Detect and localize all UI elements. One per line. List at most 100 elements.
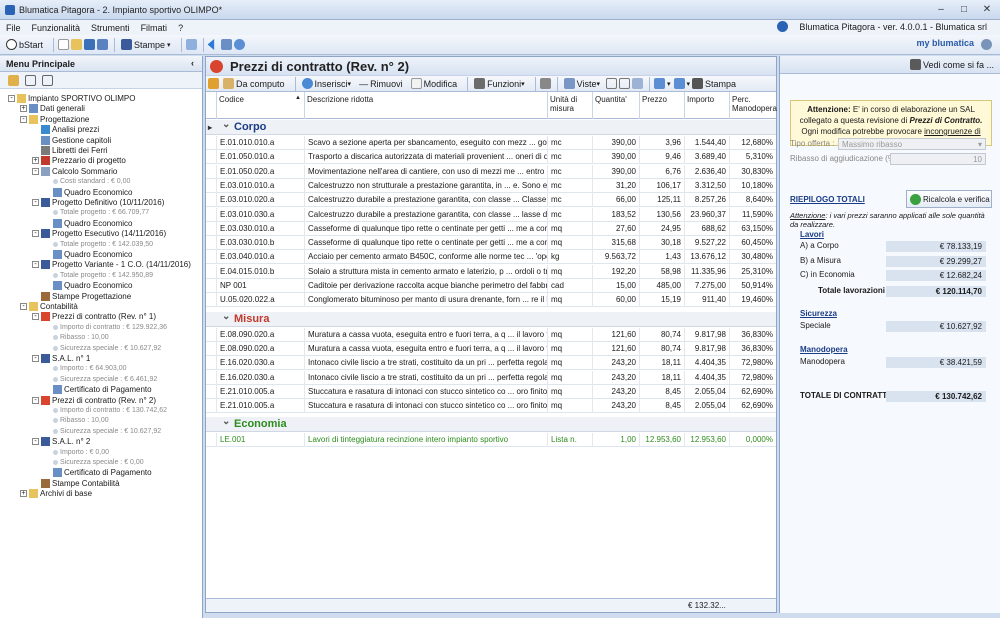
col-header-importo[interactable]: Importo [684, 92, 729, 119]
collapse-icon[interactable]: - [32, 199, 39, 206]
table-row[interactable]: E.01.010.010.a Scavo a sezione aperta per… [206, 136, 776, 150]
tree-node[interactable]: Ribasso : 10,00 [44, 415, 109, 426]
tree-node[interactable]: Gestione capitoli [32, 135, 111, 146]
tree-node[interactable]: - Prezzi di contratto (Rev. n° 2) [32, 395, 156, 406]
tree-node[interactable]: Sicurezza speciale : € 6.461,92 [44, 374, 157, 385]
tree-node[interactable]: Sicurezza speciale : € 10.627,92 [44, 426, 161, 437]
tree-node[interactable]: Certificato di Pagamento [44, 467, 152, 478]
col-header-manodopera[interactable]: Perc. Manodopera [729, 92, 777, 119]
tree-node[interactable]: Libretti dei Ferri [32, 145, 108, 156]
collapse-all-icon[interactable] [42, 74, 53, 86]
collapse-icon[interactable]: - [32, 261, 39, 269]
rimuovi-button[interactable]: — Rimuovi [357, 76, 405, 92]
tree-node[interactable]: - Progettazione [20, 114, 89, 125]
group-row[interactable]: ⌄ Misura [206, 309, 776, 327]
collapse-group-icon[interactable]: ⌄ [222, 117, 230, 132]
ricalcola-button[interactable]: Ricalcola e verifica [906, 190, 992, 208]
tree-node[interactable]: Stampe Contabilità [32, 478, 120, 489]
tree-node[interactable]: + Prezzario di progetto [32, 155, 126, 166]
layout-icon[interactable] [654, 78, 666, 89]
tree-node[interactable]: Ribasso : 10,00 [44, 332, 109, 343]
collapse-icon[interactable]: - [32, 167, 39, 175]
collapse-group-icon[interactable]: ⌄ [222, 414, 230, 429]
navigate-icon[interactable] [208, 78, 219, 89]
tree-node[interactable]: - Progetto Variante - 1 C.O. (14/11/2016) [32, 259, 191, 270]
maximize-button[interactable]: □ [953, 2, 975, 17]
expand-icon[interactable]: + [20, 105, 27, 113]
tree-node[interactable]: Analisi prezzi [32, 124, 99, 135]
expand-all-icon[interactable] [25, 74, 36, 86]
back-arrow-icon[interactable] [207, 39, 215, 50]
tree-node[interactable]: Importo di contratto : € 130.742,62 [44, 405, 167, 416]
refresh-icon[interactable] [233, 39, 245, 50]
table-row[interactable]: E.21.010.005.a Stuccatura e rasatura di i… [206, 384, 776, 399]
print-preview-icon[interactable] [539, 78, 551, 89]
tree-node[interactable]: Quadro Economico [44, 280, 132, 291]
tree-node[interactable]: Quadro Economico [44, 249, 132, 260]
collapse-icon[interactable]: - [32, 313, 39, 321]
table-row[interactable]: E.21.010.005.a Stuccatura e rasatura di i… [206, 399, 776, 414]
tree-node[interactable]: - Prezzi di contratto (Rev. n° 1) [32, 311, 156, 322]
search-icon[interactable] [632, 78, 644, 89]
minimize-button[interactable]: – [930, 2, 952, 17]
tree-node[interactable]: - Progetto Definitivo (10/11/2016) [32, 197, 164, 208]
window-icon[interactable] [185, 39, 197, 50]
save-icon[interactable] [84, 39, 96, 50]
collapse-icon[interactable]: - [20, 115, 27, 123]
collapse-group-icon[interactable]: ⌄ [222, 309, 230, 324]
table-row[interactable]: E.03.010.010.a Calcestruzzo non struttura… [206, 178, 776, 193]
tree-node[interactable]: Sicurezza speciale : € 10.627,92 [44, 343, 161, 354]
collapse-icon[interactable]: - [32, 438, 39, 446]
group-row[interactable]: ▸ ⌄ Corpo [206, 117, 776, 135]
collapse-icon[interactable]: - [8, 95, 15, 102]
stampa-button[interactable]: Stampa [690, 76, 738, 92]
tree-node[interactable]: - Calcolo Sommario [32, 166, 117, 177]
table-row[interactable]: E.03.030.010.b Casseforme di qualunque ti… [206, 236, 776, 251]
group-row[interactable]: ⌄ Economia [206, 414, 776, 433]
bstart-button[interactable]: bStart [4, 37, 45, 53]
menu-strumenti[interactable]: Strumenti [91, 23, 130, 33]
tree-node[interactable]: - S.A.L. n° 2 [32, 436, 90, 447]
tree-node[interactable]: Stampe Progettazione [32, 291, 131, 302]
table-row[interactable]: LE.001 Lavori di tinteggiatura recinzione… [206, 433, 776, 448]
col-header-prezzo[interactable]: Prezzo [639, 92, 684, 119]
tree-node[interactable]: + Archivi di base [20, 488, 92, 499]
collapse-pane-icon[interactable]: ‹ [191, 58, 194, 68]
tree-node[interactable]: - Contabilità [20, 301, 78, 312]
my-blumatica-logo[interactable]: my blumatica [916, 38, 974, 48]
col-header-quantita[interactable]: Quantita' [592, 92, 639, 119]
tree-node[interactable]: - S.A.L. n° 1 [32, 353, 90, 364]
save-all-icon[interactable] [97, 39, 109, 50]
home-icon[interactable] [220, 39, 232, 50]
tree-node[interactable]: Importo di contratto : € 129.922,36 [44, 322, 167, 333]
table-row[interactable]: E.16.020.030.a Intonaco civile liscio a t… [206, 356, 776, 371]
table-row[interactable]: E.03.010.020.a Calcestruzzo durabile a pr… [206, 193, 776, 208]
menu-help[interactable]: ? [178, 23, 183, 33]
table-row[interactable]: E.01.050.010.a Trasporto a discarica auto… [206, 150, 776, 165]
menu-funzionalita[interactable]: Funzionalità [32, 23, 81, 33]
tipo-offerta-select[interactable]: Massimo ribasso ▾ [838, 138, 986, 150]
tree-node[interactable]: Quadro Economico [44, 218, 132, 229]
stampe-dropdown[interactable]: Stampe ▾ [119, 37, 173, 53]
table-row[interactable]: E.03.040.010.a Acciaio per cemento armato… [206, 250, 776, 265]
col-header-descrizione[interactable]: Descrizione ridotta [304, 92, 547, 119]
open-folder-icon[interactable] [71, 39, 83, 50]
expand-icon[interactable]: + [20, 490, 27, 498]
navigate-icon[interactable] [8, 74, 19, 86]
da-computo-button[interactable]: Da computo [221, 76, 287, 92]
col-header-unita[interactable]: Unità di misura [547, 92, 592, 119]
collapse-icon[interactable]: - [20, 303, 27, 310]
menu-filmati[interactable]: Filmati [141, 23, 168, 33]
inserisci-dropdown[interactable]: Inserisci ▾ [300, 76, 354, 92]
user-icon[interactable] [981, 39, 992, 50]
chevron-down-icon[interactable]: ▾ [667, 80, 671, 88]
funzioni-dropdown[interactable]: Funzioni ▾ [472, 76, 527, 92]
tree-node[interactable]: - Progetto Esecutivo (14/11/2016) [32, 228, 166, 239]
new-file-icon[interactable] [58, 39, 70, 50]
tree-node[interactable]: Costi standard : € 0,00 [44, 176, 130, 187]
menu-file[interactable]: File [6, 23, 21, 33]
ribasso-input[interactable]: 10 [890, 153, 986, 165]
tree-node[interactable]: - Impianto SPORTIVO OLIMPO [8, 93, 135, 104]
tree-node[interactable]: Totale progetto : € 66.709,77 [44, 207, 149, 218]
table-row[interactable]: E.03.030.010.a Casseforme di qualunque ti… [206, 221, 776, 236]
